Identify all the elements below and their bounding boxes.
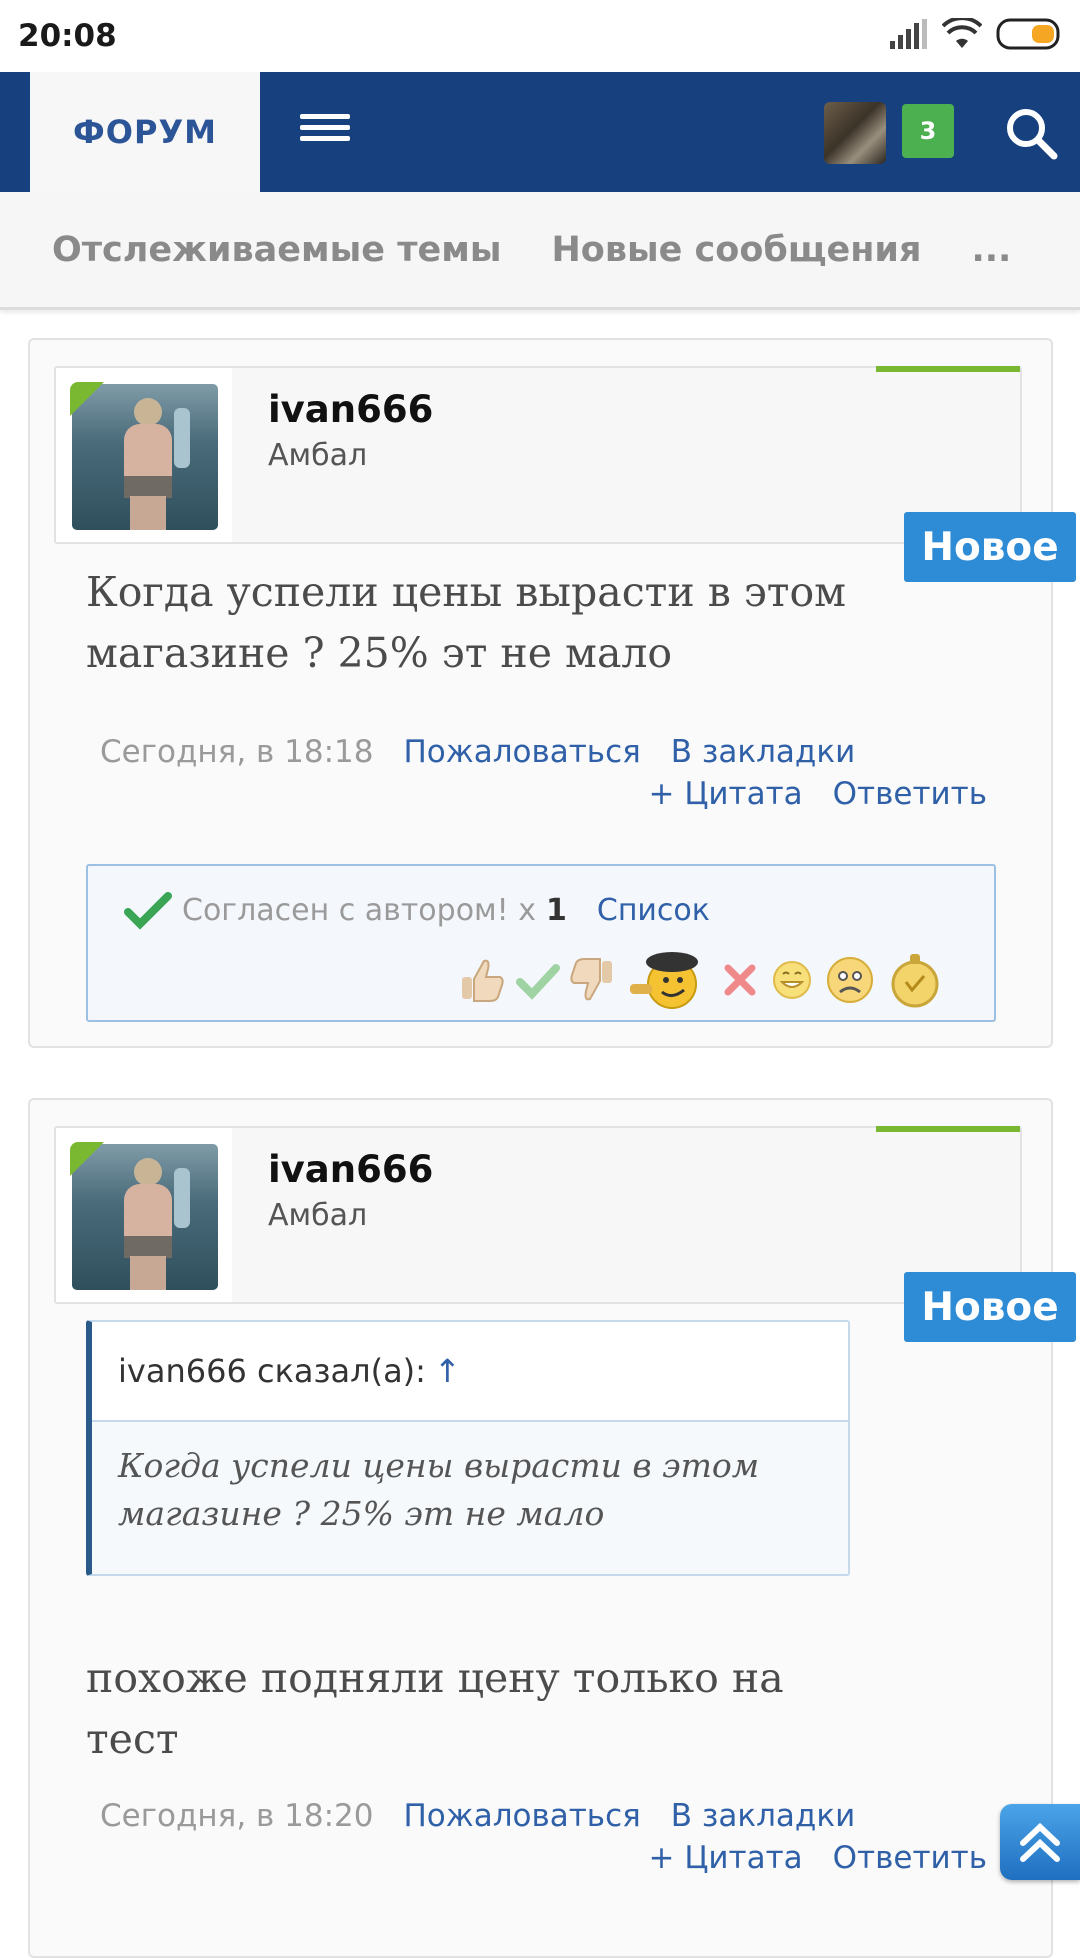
- nav-watched-threads[interactable]: Отслеживаемые темы: [52, 230, 501, 270]
- user-card-accent: [876, 1126, 1020, 1132]
- quote-link[interactable]: + Цитата: [649, 776, 803, 812]
- quote-text: Когда успели цены вырасти в этом магазин…: [118, 1446, 760, 1533]
- post-message: похоже подняли цену только на тест: [86, 1654, 784, 1763]
- forum-tab[interactable]: ФОРУМ: [30, 72, 260, 192]
- user-title: Амбал: [268, 438, 368, 473]
- new-badge: Новое: [904, 1272, 1076, 1342]
- double-chevron-up-icon: [1020, 1822, 1060, 1862]
- new-badge: Новое: [904, 512, 1076, 582]
- user-card-accent: [876, 366, 1020, 372]
- report-link[interactable]: Пожаловаться: [404, 1798, 641, 1834]
- post: ivan666 Амбал Новое ivan666 сказал(а): ↑…: [28, 1098, 1076, 1958]
- bookmark-link[interactable]: В закладки: [671, 734, 855, 770]
- post-actions: + Цитата Ответить: [649, 776, 988, 812]
- agree-check-icon[interactable]: [516, 960, 560, 1000]
- quote-link[interactable]: + Цитата: [649, 1840, 803, 1876]
- quote-block: ivan666 сказал(а): ↑ Когда успели цены в…: [86, 1320, 850, 1576]
- reply-link[interactable]: Ответить: [833, 1840, 987, 1876]
- likes-list-link[interactable]: Список: [597, 893, 710, 928]
- thumbs-up-icon[interactable]: [458, 957, 506, 1003]
- report-link[interactable]: Пожаловаться: [404, 734, 641, 770]
- reaction-bar: [458, 948, 944, 1012]
- user-card: ivan666 Амбал: [54, 1126, 1022, 1304]
- cross-icon[interactable]: [720, 960, 760, 1000]
- status-icons: [888, 18, 1062, 50]
- bookmark-link[interactable]: В закладки: [671, 1798, 855, 1834]
- checkmark-icon: [124, 892, 172, 930]
- likes-count: 1: [546, 892, 567, 928]
- wifi-icon: [942, 18, 982, 48]
- sub-navigation: Отслеживаемые темы Новые сообщения ...: [0, 192, 1080, 310]
- menu-hamburger-icon[interactable]: [300, 108, 360, 158]
- likes-summary: Согласен с автором! x 1 Список: [86, 864, 996, 1022]
- nav-more[interactable]: ...: [971, 230, 1011, 270]
- post-actions: + Цитата Ответить: [649, 1840, 988, 1876]
- grin-smiley-icon[interactable]: [770, 958, 814, 1002]
- username[interactable]: ivan666: [268, 388, 433, 431]
- nav-new-posts[interactable]: Новые сообщения: [551, 230, 921, 270]
- post-meta: Сегодня, в 18:18 Пожаловаться В закладки: [100, 734, 855, 770]
- scroll-to-top-button[interactable]: [1000, 1804, 1080, 1880]
- likes-text: Согласен с автором! x: [182, 892, 536, 928]
- thumbs-down-icon[interactable]: [570, 957, 616, 1003]
- post-message: Когда успели цены вырасти в этом магазин…: [86, 568, 847, 677]
- medal-icon[interactable]: [886, 950, 944, 1010]
- battery-icon: [996, 18, 1060, 50]
- search-icon[interactable]: [1002, 104, 1060, 162]
- signal-icon: [890, 19, 927, 49]
- user-title: Амбал: [268, 1198, 368, 1233]
- status-time: 20:08: [18, 18, 117, 54]
- username[interactable]: ivan666: [268, 1148, 433, 1191]
- smug-smiley-icon[interactable]: [626, 948, 710, 1012]
- user-avatar[interactable]: [824, 102, 886, 164]
- quote-jump-arrow-icon[interactable]: ↑: [434, 1352, 461, 1390]
- app-header: ФОРУМ 3: [0, 72, 1080, 192]
- post-meta: Сегодня, в 18:20 Пожаловаться В закладки: [100, 1798, 855, 1834]
- sad-smiley-icon[interactable]: [824, 954, 876, 1006]
- notification-badge[interactable]: 3: [902, 104, 954, 158]
- quote-header: ivan666 сказал(а): ↑: [92, 1322, 848, 1422]
- reply-link[interactable]: Ответить: [833, 776, 987, 812]
- online-indicator: [70, 382, 104, 416]
- post-date[interactable]: Сегодня, в 18:20: [100, 1798, 374, 1834]
- quote-author: ivan666 сказал(а):: [118, 1352, 426, 1390]
- user-card: ivan666 Амбал: [54, 366, 1022, 544]
- post-date[interactable]: Сегодня, в 18:18: [100, 734, 374, 770]
- post: ivan666 Амбал Новое Когда успели цены вы…: [28, 338, 1076, 1048]
- online-indicator: [70, 1142, 104, 1176]
- status-bar: 20:08: [0, 0, 1080, 72]
